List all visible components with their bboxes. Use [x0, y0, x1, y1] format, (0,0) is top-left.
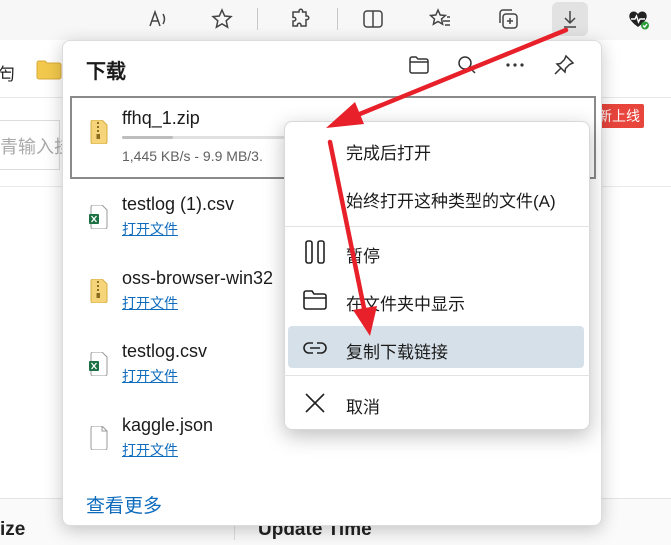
menu-separator: [284, 375, 590, 376]
file-icon: [90, 426, 108, 450]
open-file-link[interactable]: 打开文件: [122, 366, 178, 386]
menu-item-label: 复制下载链接: [346, 343, 448, 362]
downloads-icon[interactable]: [552, 2, 588, 36]
excel-file-icon: [89, 205, 108, 229]
pin-icon[interactable]: [549, 50, 579, 80]
download-file-name[interactable]: oss-browser-win32: [122, 268, 286, 289]
browser-essentials-icon[interactable]: [620, 2, 656, 36]
menu-item-label: 暂停: [346, 247, 380, 266]
open-file-link[interactable]: 打开文件: [122, 440, 178, 460]
collections-icon[interactable]: [490, 2, 526, 36]
zip-file-icon: [90, 279, 108, 303]
zip-file-icon: [90, 120, 108, 144]
see-more-link[interactable]: 查看更多: [86, 491, 162, 518]
favorites-bar-item-label[interactable]: 匄: [0, 60, 15, 85]
new-badge: 新上线: [596, 104, 644, 128]
menu-item-pause[interactable]: [288, 231, 584, 273]
folder-icon: [303, 290, 327, 310]
favorites-list-icon[interactable]: [422, 2, 458, 36]
read-aloud-icon[interactable]: [140, 2, 176, 36]
download-file-name[interactable]: testlog.csv: [122, 341, 207, 362]
menu-item-cancel[interactable]: [288, 382, 584, 424]
open-file-link[interactable]: 打开文件: [122, 219, 178, 239]
folder-icon[interactable]: [36, 60, 62, 80]
close-icon: [305, 393, 325, 413]
panel-title: 下载: [86, 61, 126, 83]
extensions-icon[interactable]: [282, 2, 318, 36]
menu-item-open-when-done[interactable]: [288, 128, 584, 170]
favorite-star-icon[interactable]: [204, 2, 240, 36]
open-file-link[interactable]: 打开文件: [122, 293, 178, 313]
search-icon[interactable]: [452, 50, 482, 80]
pause-icon: [305, 240, 325, 264]
more-options-icon[interactable]: [500, 50, 530, 80]
menu-item-label: 取消: [346, 398, 380, 417]
download-status: 1,445 KB/s - 9.9 MB/3.: [122, 148, 263, 164]
menu-separator: [284, 226, 590, 227]
column-header-size[interactable]: ize: [0, 519, 25, 541]
menu-item-label: 完成后打开: [346, 144, 431, 163]
browser-toolbar: [0, 0, 671, 40]
download-progress-bar: [122, 136, 292, 139]
link-icon: [303, 342, 327, 354]
download-file-name[interactable]: ffhq_1.zip: [122, 108, 200, 129]
open-downloads-folder-icon[interactable]: [404, 50, 434, 80]
download-file-name[interactable]: testlog (1).csv: [122, 194, 234, 215]
menu-item-label: 在文件夹中显示: [346, 295, 465, 314]
download-file-name[interactable]: kaggle.json: [122, 415, 213, 436]
excel-file-icon: [89, 352, 108, 376]
menu-item-label: 始终打开这种类型的文件(A): [346, 192, 556, 211]
split-screen-icon[interactable]: [355, 2, 391, 36]
